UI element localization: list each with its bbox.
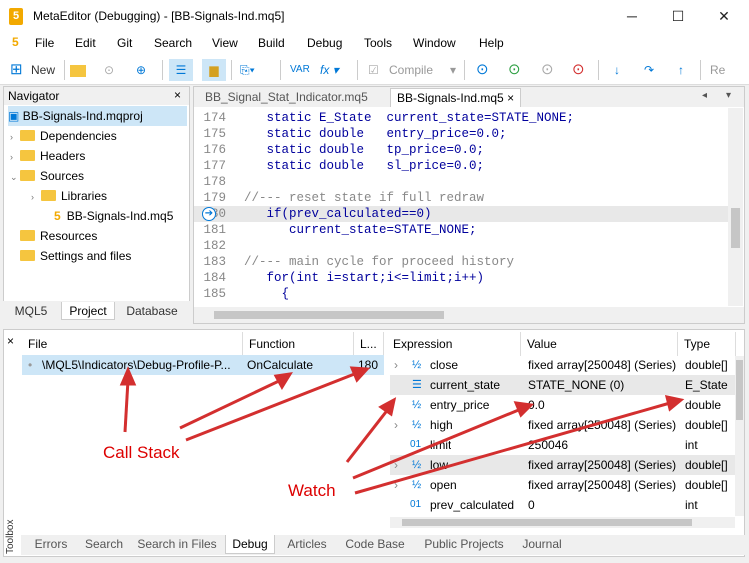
arrow-watch-expression <box>345 407 391 463</box>
arrow-callstack-function <box>179 378 282 430</box>
arrow-head <box>349 366 371 383</box>
arrow-head <box>513 401 535 418</box>
arrow-watch-type <box>354 401 671 495</box>
arrow-watch-value <box>352 407 522 480</box>
annotation-arrows <box>119 366 685 495</box>
arrow-callstack-file <box>123 379 130 433</box>
call-stack-annotation: Call Stack <box>103 443 180 462</box>
arrow-head <box>273 372 293 390</box>
arrow-head <box>664 395 685 412</box>
arrow-head <box>119 366 137 386</box>
watch-annotation: Watch <box>288 481 336 500</box>
arrow-head <box>378 397 397 417</box>
